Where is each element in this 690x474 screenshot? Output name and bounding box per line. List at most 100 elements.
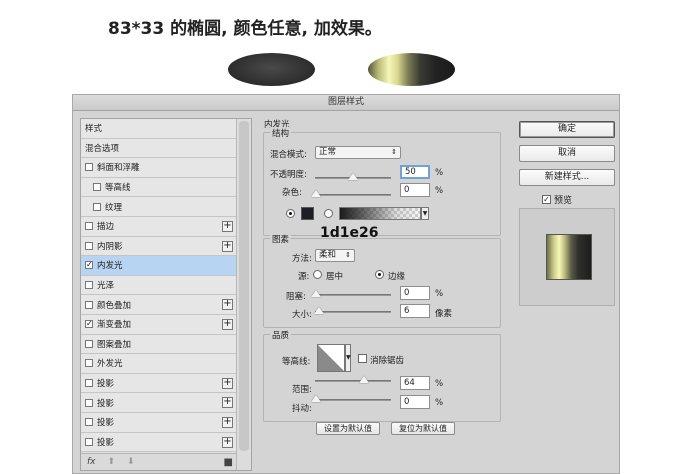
technique-select[interactable]: 柔和 ⇕ (315, 249, 355, 262)
add-effect-plus-icon[interactable]: + (222, 377, 233, 389)
choke-input[interactable]: 0 (400, 286, 430, 300)
style-checkbox[interactable] (85, 398, 93, 407)
source-edge-label: 边缘 (388, 272, 406, 282)
size-slider-knob[interactable] (314, 307, 324, 314)
add-effect-plus-icon[interactable]: + (222, 240, 233, 252)
style-list-item[interactable]: 斜面和浮雕 (81, 158, 236, 178)
blend-mode-select[interactable]: 正常 ⇕ (315, 146, 401, 159)
style-list-item[interactable]: 纹理 (81, 197, 236, 217)
add-effect-plus-icon[interactable]: + (222, 397, 233, 409)
noise-label: 杂色: (282, 188, 302, 198)
style-checkbox[interactable] (93, 183, 101, 192)
noise-slider[interactable] (311, 190, 391, 197)
style-list-item[interactable]: 光泽 (81, 275, 236, 296)
style-checkbox[interactable] (85, 163, 93, 172)
add-effect-plus-icon[interactable]: + (222, 436, 233, 448)
style-preview (519, 208, 615, 306)
opacity-input[interactable]: 50 (400, 165, 430, 179)
style-checkbox[interactable] (85, 222, 93, 231)
add-effect-plus-icon[interactable]: + (222, 417, 233, 428)
style-list-item-label: 外发光 (97, 359, 123, 370)
style-list-item[interactable]: 投影 + (81, 393, 236, 413)
new-style-button[interactable]: 新建样式... (519, 169, 615, 186)
contour-dropdown-arrow[interactable]: ▼ (345, 344, 351, 372)
glow-color-swatch[interactable] (301, 207, 314, 220)
style-list-item[interactable]: 等高线 (81, 177, 236, 198)
size-unit: 像素 (435, 309, 453, 319)
antialias-checkbox[interactable] (358, 354, 367, 363)
style-list-item[interactable]: 投影 + (81, 432, 236, 453)
preview-checkbox[interactable]: ✓ (542, 195, 551, 204)
style-list-item[interactable]: 外发光 (81, 354, 236, 374)
range-label: 范围: (292, 385, 312, 395)
style-checkbox[interactable] (93, 202, 101, 211)
add-effect-plus-icon[interactable]: + (222, 299, 233, 311)
jitter-input[interactable]: 0 (400, 395, 430, 409)
noise-slider-knob[interactable] (311, 190, 321, 197)
style-checkbox[interactable] (85, 241, 93, 250)
fx-icon[interactable]: fx (87, 457, 96, 467)
style-list-item[interactable]: 颜色叠加 + (81, 295, 236, 315)
opacity-slider[interactable] (315, 173, 391, 180)
range-slider-knob[interactable] (359, 376, 369, 383)
style-checkbox[interactable] (85, 418, 93, 427)
gradient-radio[interactable] (324, 209, 333, 218)
choke-slider-knob[interactable] (311, 290, 321, 297)
blend-mode-value: 正常 (319, 147, 337, 157)
style-checkbox[interactable]: ✓ (85, 320, 93, 329)
style-list: 样式 混合选项 斜面和浮雕 等高线 纹理 描边 + 内阴影 + ✓ 内发光光泽颜色叠加 + ✓ 渐变叠加 +… (80, 118, 252, 471)
dialog-title: 图层样式 (73, 95, 619, 111)
style-list-item-label: 光泽 (97, 281, 115, 292)
style-list-item[interactable]: 样式 (81, 119, 236, 139)
style-checkbox[interactable] (85, 281, 93, 290)
style-list-item[interactable]: 投影 + (81, 373, 236, 394)
contour-label: 等高线: (282, 357, 311, 367)
antialias-label: 消除锯齿 (370, 356, 405, 366)
style-list-item-label: 颜色叠加 (97, 300, 132, 311)
range-slider[interactable] (315, 376, 391, 383)
size-input[interactable]: 6 (400, 304, 430, 318)
style-list-item[interactable]: 内阴影 + (81, 236, 236, 257)
range-input[interactable]: 64 (400, 376, 430, 390)
style-list-item[interactable]: ✓ 内发光 (81, 256, 236, 276)
ok-button[interactable]: 确定 (519, 121, 615, 138)
jitter-label: 抖动: (292, 404, 312, 414)
add-effect-plus-icon[interactable]: + (222, 319, 233, 330)
style-list-item-label: 渐变叠加 (97, 320, 132, 331)
style-list-item[interactable]: ✓ 渐变叠加 + (81, 315, 236, 335)
style-checkbox[interactable]: ✓ (85, 261, 93, 270)
add-effect-plus-icon[interactable]: + (222, 221, 233, 232)
move-up-icon[interactable]: ⬆ (108, 457, 116, 467)
make-default-button[interactable]: 设置为默认值 (316, 422, 380, 435)
jitter-slider[interactable] (311, 395, 391, 402)
style-checkbox[interactable] (85, 339, 93, 348)
style-list-item[interactable]: 混合选项 (81, 138, 236, 159)
contour-preview[interactable] (317, 344, 345, 372)
source-edge-radio[interactable] (375, 270, 384, 279)
move-down-icon[interactable]: ⬇ (127, 457, 135, 467)
style-list-item[interactable]: 图案叠加 (81, 334, 236, 355)
jitter-slider-knob[interactable] (311, 395, 321, 402)
scrollbar-thumb[interactable] (239, 121, 249, 451)
plain-ellipse (228, 53, 315, 86)
style-list-item[interactable]: 描边 + (81, 217, 236, 237)
style-checkbox[interactable] (85, 379, 93, 388)
style-checkbox[interactable] (85, 300, 93, 309)
opacity-slider-knob[interactable] (348, 173, 358, 180)
reset-default-button[interactable]: 复位为默认值 (391, 422, 455, 435)
choke-slider[interactable] (311, 290, 391, 297)
glow-gradient-bar[interactable] (339, 207, 421, 220)
trash-icon[interactable]: ■ (224, 457, 233, 468)
noise-input[interactable]: 0 (400, 183, 430, 197)
style-list-footer: fx ⬆ ⬇ ■ (81, 453, 236, 470)
preview-toggle[interactable]: ✓ 预览 (542, 193, 572, 206)
cancel-button[interactable]: 取消 (519, 145, 615, 162)
style-list-item[interactable]: 投影 + (81, 413, 236, 433)
size-slider[interactable] (314, 307, 391, 314)
source-center-radio[interactable] (313, 270, 322, 279)
solid-color-radio[interactable] (286, 209, 295, 218)
style-checkbox[interactable] (85, 359, 93, 368)
gradient-dropdown-arrow[interactable]: ▼ (421, 207, 429, 220)
style-list-scrollbar[interactable] (236, 119, 251, 470)
style-checkbox[interactable] (85, 437, 93, 446)
